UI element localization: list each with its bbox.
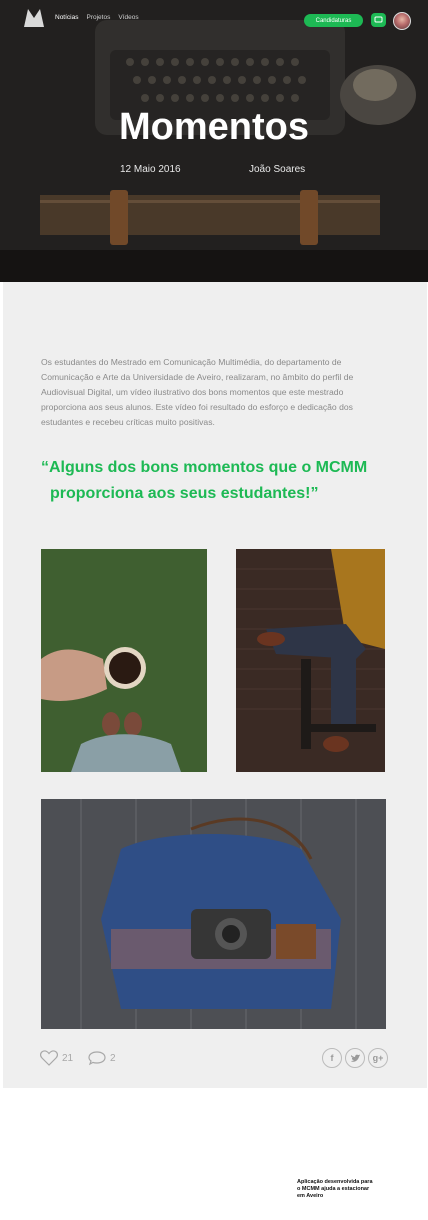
- chat-bubble-icon: [374, 16, 383, 23]
- facebook-icon[interactable]: f: [322, 1048, 342, 1068]
- photo-sweater-camera[interactable]: [41, 799, 386, 1029]
- author-name[interactable]: João Soares: [249, 164, 305, 175]
- publish-date: 12 Maio 2016: [120, 164, 181, 175]
- heart-icon: [40, 1050, 58, 1066]
- article-intro: Os estudantes do Mestrado em Comunicação…: [41, 356, 354, 427]
- google-plus-icon[interactable]: g+: [368, 1048, 388, 1068]
- coffee-cup-image: [41, 549, 207, 772]
- twitter-bird-glyph: [350, 1054, 360, 1062]
- share-buttons: f g+: [322, 1048, 388, 1068]
- likes-count: 21: [62, 1052, 74, 1064]
- photo-seated-man[interactable]: [236, 549, 385, 772]
- comment-icon: [88, 1051, 106, 1066]
- nav-links: Notícias Projetos Vídeos: [55, 14, 139, 21]
- page-title: Momentos: [119, 106, 309, 148]
- user-avatar[interactable]: [393, 12, 411, 30]
- quote-line-2: proporciona aos seus estudantes!”: [50, 485, 319, 502]
- seated-man-image: [236, 549, 385, 772]
- pull-quote: “Alguns dos bons momentos que o MCMM pro…: [41, 455, 401, 507]
- comments-counter[interactable]: 2: [88, 1050, 116, 1066]
- comments-count: 2: [110, 1052, 116, 1064]
- likes-counter[interactable]: 21: [40, 1050, 73, 1066]
- nav-link-projetos[interactable]: Projetos: [86, 14, 110, 21]
- footer-note: Aplicação desenvolvida para o MCMM ajuda…: [297, 1179, 373, 1199]
- top-navigation: Notícias Projetos Vídeos Candidaturas: [0, 0, 428, 38]
- logo-icon[interactable]: [22, 5, 46, 29]
- nav-link-videos[interactable]: Vídeos: [118, 14, 138, 21]
- twitter-icon[interactable]: [345, 1048, 365, 1068]
- candidaturas-button[interactable]: Candidaturas: [304, 14, 363, 27]
- photo-coffee-grass[interactable]: [41, 549, 207, 772]
- message-icon[interactable]: [371, 13, 386, 27]
- sweater-camera-image: [41, 799, 386, 1029]
- hero-banner: Notícias Projetos Vídeos Candidaturas Mo…: [0, 0, 428, 282]
- quote-line-1: “Alguns dos bons momentos que o MCMM: [41, 459, 368, 476]
- nav-link-noticias[interactable]: Notícias: [55, 14, 78, 21]
